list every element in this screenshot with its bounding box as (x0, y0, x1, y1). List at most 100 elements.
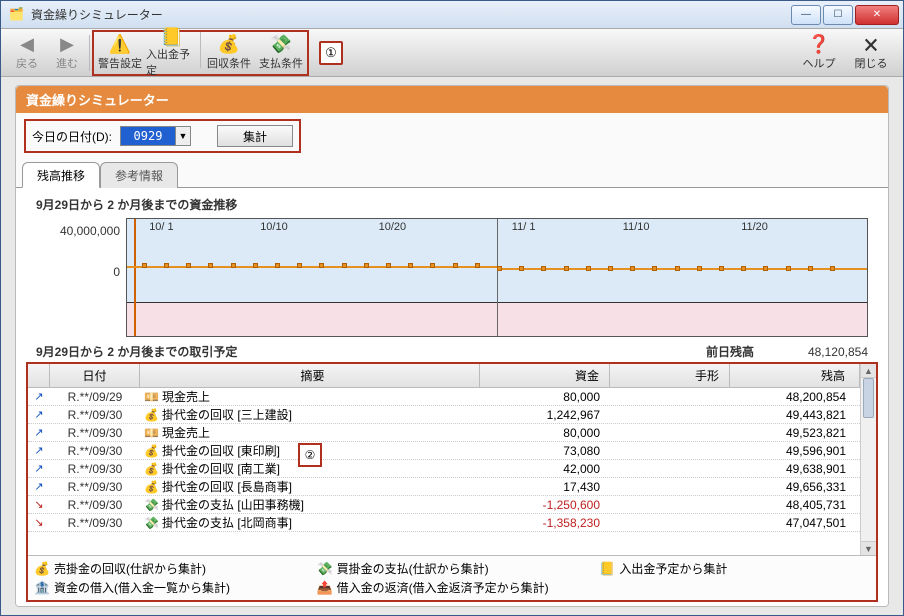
date-input[interactable]: 0929 (120, 126, 176, 146)
row-direction-icon: ↗ (28, 426, 50, 439)
help-button[interactable]: ❓ ヘルプ (793, 32, 845, 74)
tab-content: 9月29日から 2 か月後までの資金推移 40,000,000 0 (16, 188, 888, 606)
transactions-table: 日付 摘要 資金 手形 残高 ② ↗R.**/09/29💴現金売上80,0004… (26, 362, 878, 602)
io-plan-button[interactable]: 📒 入出金予定 (146, 32, 198, 74)
forward-icon: ▶ (60, 35, 74, 55)
callout-2: ② (298, 443, 322, 467)
forward-button[interactable]: ▶ 進む (47, 32, 87, 74)
row-type-icon: 💰 (144, 462, 158, 476)
toolbar: ◀ 戻る ▶ 進む ⚠️ 警告設定 📒 入出金予定 💰 回収条件 💸 (1, 29, 903, 77)
row-desc: 💴現金売上 (140, 424, 480, 441)
tabs: 残高推移 参考情報 (16, 161, 888, 188)
app-close-button[interactable]: 🗙 閉じる (845, 32, 897, 74)
row-balance: 48,405,731 (730, 498, 860, 512)
recv-icon: 💰 (34, 561, 50, 577)
scroll-up[interactable]: ▲ (861, 364, 876, 378)
chart-title: 9月29日から 2 か月後までの資金推移 (26, 194, 878, 217)
x-tick: 11/ 1 (512, 221, 536, 233)
col-balance[interactable]: 残高 (730, 364, 860, 387)
legend: 💰売掛金の回収(仕訳から集計) 💸買掛金の支払(仕訳から集計) 📒入出金予定から… (28, 555, 876, 600)
tab-reference[interactable]: 参考情報 (100, 162, 178, 188)
row-balance: 49,638,901 (730, 462, 860, 476)
app-icon: 🗂️ (9, 7, 25, 23)
tab-balance[interactable]: 残高推移 (22, 162, 100, 188)
col-bill[interactable]: 手形 (610, 364, 730, 387)
aggregate-button[interactable]: 集計 (217, 125, 293, 147)
pay-icon: 💸 (317, 561, 333, 577)
maximize-button[interactable]: ☐ (823, 5, 853, 25)
col-desc[interactable]: 摘要 (140, 364, 480, 387)
app-window: 🗂️ 資金繰りシミュレーター — ☐ ✕ ◀ 戻る ▶ 進む ⚠️ 警告設定 📒… (0, 0, 904, 616)
date-dropdown-button[interactable]: ▼ (175, 126, 191, 146)
row-balance: 49,656,331 (730, 480, 860, 494)
row-cash: 17,430 (480, 480, 610, 494)
row-direction-icon: ↗ (28, 480, 50, 493)
table-row[interactable]: ↘R.**/09/30💸掛代金の支払 [山田事務機]-1,250,60048,4… (28, 496, 860, 514)
table-row[interactable]: ↗R.**/09/30💰掛代金の回収 [長島商事]17,43049,656,33… (28, 478, 860, 496)
help-icon: ❓ (808, 35, 830, 55)
loan-icon: 🏦 (34, 580, 50, 596)
window-title: 資金繰りシミュレーター (31, 6, 791, 23)
row-cash: 73,080 (480, 444, 610, 458)
row-type-icon: 💴 (144, 390, 158, 404)
row-cash: -1,250,600 (480, 498, 610, 512)
row-direction-icon: ↗ (28, 444, 50, 457)
table-row[interactable]: ↗R.**/09/30💴現金売上80,000 49,523,821 (28, 424, 860, 442)
transactions-title: 9月29日から 2 か月後までの取引予定 (36, 343, 706, 360)
row-direction-icon: ↗ (28, 390, 50, 403)
x-tick: 11/10 (623, 221, 650, 233)
col-cash[interactable]: 資金 (480, 364, 610, 387)
row-type-icon: 💰 (144, 444, 158, 458)
date-label: 今日の日付(D): (32, 128, 112, 145)
table-row[interactable]: ↘R.**/09/30💸掛代金の支払 [北岡商事]-1,358,23047,04… (28, 514, 860, 532)
row-date: R.**/09/29 (50, 390, 140, 404)
row-balance: 49,523,821 (730, 426, 860, 440)
row-cash: 42,000 (480, 462, 610, 476)
table-row[interactable]: ↗R.**/09/30💰掛代金の回収 [東印刷]73,08049,596,901 (28, 442, 860, 460)
warning-settings-button[interactable]: ⚠️ 警告設定 (94, 32, 146, 74)
row-type-icon: 💰 (144, 408, 158, 422)
row-date: R.**/09/30 (50, 426, 140, 440)
collect-cond-button[interactable]: 💰 回収条件 (203, 32, 255, 74)
chart-area: 40,000,000 0 10/ 1 10/10 10/20 (26, 217, 878, 337)
row-date: R.**/09/30 (50, 462, 140, 476)
main-panel: 資金繰りシミュレーター 今日の日付(D): 0929 ▼ 集計 残高推移 参考情… (15, 85, 889, 607)
row-desc: 💸掛代金の支払 [北岡商事] (140, 514, 480, 531)
table-row[interactable]: ↗R.**/09/29💴現金売上80,00048,200,854 (28, 388, 860, 406)
y-axis: 40,000,000 0 (26, 218, 126, 337)
legend-item: 💰売掛金の回収(仕訳から集計) (34, 560, 305, 577)
minimize-button[interactable]: — (791, 5, 821, 25)
x-tick: 10/20 (379, 221, 407, 233)
row-date: R.**/09/30 (50, 444, 140, 458)
row-date: R.**/09/30 (50, 480, 140, 494)
close-icon: 🗙 (864, 35, 878, 55)
row-balance: 48,200,854 (730, 390, 860, 404)
row-date: R.**/09/30 (50, 516, 140, 530)
x-tick: 10/10 (260, 221, 288, 233)
row-cash: 1,242,967 (480, 408, 610, 422)
prev-balance-value: 48,120,854 (778, 345, 868, 359)
row-cash: 80,000 (480, 426, 610, 440)
row-desc: 💰掛代金の回収 [三上建設] (140, 406, 480, 423)
table-row[interactable]: ↗R.**/09/30💰掛代金の回収 [南工業]42,00049,638,901 (28, 460, 860, 478)
back-button[interactable]: ◀ 戻る (7, 32, 47, 74)
row-direction-icon: ↗ (28, 462, 50, 475)
scrollbar[interactable]: ▲ ▼ (860, 364, 876, 555)
prev-balance-label: 前日残高 (706, 343, 778, 360)
close-button[interactable]: ✕ (855, 5, 899, 25)
col-date[interactable]: 日付 (50, 364, 140, 387)
repay-icon: 📤 (317, 580, 333, 596)
scroll-thumb[interactable] (863, 378, 874, 418)
pay-cond-button[interactable]: 💸 支払条件 (255, 32, 307, 74)
row-direction-icon: ↗ (28, 408, 50, 421)
row-desc: 💸掛代金の支払 [山田事務機] (140, 496, 480, 513)
legend-item: 🏦資金の借入(借入金一覧から集計) (34, 579, 305, 596)
y-tick: 40,000,000 (60, 224, 120, 238)
row-desc: 💴現金売上 (140, 388, 480, 405)
legend-item: 📒入出金予定から集計 (599, 560, 870, 577)
table-body: ② ↗R.**/09/29💴現金売上80,00048,200,854↗R.**/… (28, 388, 860, 555)
table-row[interactable]: ↗R.**/09/30💰掛代金の回収 [三上建設]1,242,96749,443… (28, 406, 860, 424)
scroll-down[interactable]: ▼ (861, 541, 876, 555)
x-tick: 10/ 1 (149, 221, 173, 233)
x-tick: 11/20 (741, 221, 768, 233)
